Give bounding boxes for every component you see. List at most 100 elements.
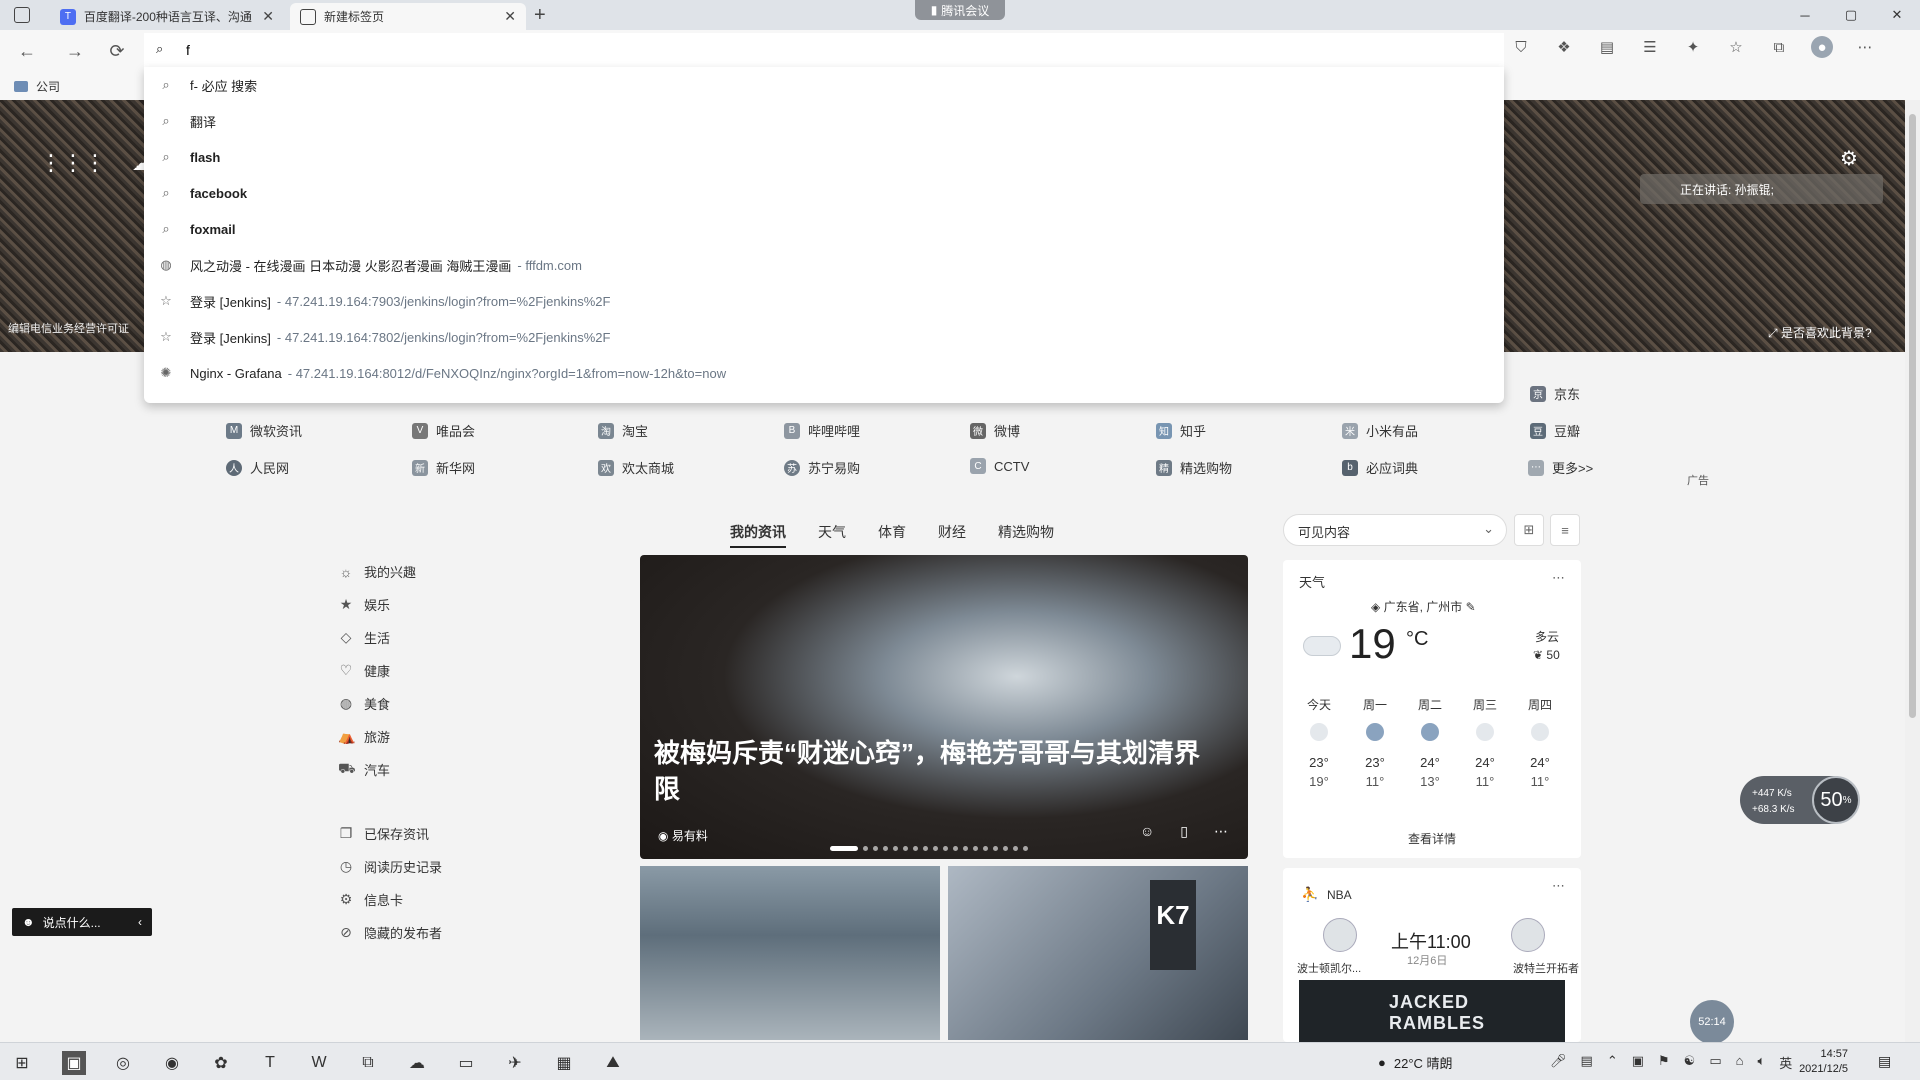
close-window-icon[interactable]: ✕ (1874, 0, 1920, 30)
suggestion-item[interactable]: ⌕ facebook (144, 175, 1504, 211)
sidebar-item-travel[interactable]: ⛺ 旅游 (338, 727, 390, 746)
quick-link-msn[interactable]: M 微软资讯 (226, 421, 302, 440)
forward-icon[interactable]: → (62, 38, 88, 64)
sidebar-item-interests[interactable]: ☼ 我的兴趣 (338, 562, 416, 581)
volume-icon[interactable]: 🔈︎ (1757, 1053, 1765, 1072)
quick-link-more[interactable]: ⋯ 更多>> (1528, 458, 1593, 477)
app-icon[interactable]: ✿ (209, 1051, 233, 1075)
quick-link-bilibili[interactable]: B 哔哩哔哩 (784, 421, 860, 440)
save-bookmark-icon[interactable]: ▯ (1180, 823, 1188, 840)
windows-start-icon[interactable]: ⊞ (10, 1051, 34, 1075)
profile-avatar[interactable]: ● (1811, 36, 1833, 58)
news-headline[interactable]: 被梅妈斥责“财迷心窍”，梅艳芳哥哥与其划清界限 (654, 735, 1214, 807)
carousel-dot[interactable] (933, 846, 938, 851)
carousel-dot[interactable] (873, 846, 878, 851)
carousel-dot[interactable] (923, 846, 928, 851)
quick-link-suning[interactable]: 苏苏宁易购 (784, 458, 860, 477)
sidebar-item-entertainment[interactable]: ★ 娱乐 (338, 595, 390, 614)
visible-content-dropdown[interactable]: 可见内容 ⌄ (1283, 514, 1507, 546)
suggestion-item[interactable]: ⌕ 翻译 (144, 103, 1504, 139)
weather-tray[interactable]: ● 22°C 晴朗 (1378, 1053, 1453, 1072)
word-icon[interactable]: W (307, 1051, 331, 1075)
collections-icon[interactable]: ⧉ (1768, 36, 1790, 58)
suggestion-item[interactable]: ✺ Nginx - Grafana - 47.241.19.164:8012/d/F… (144, 355, 1504, 391)
news-thumbnail-beach[interactable] (640, 866, 940, 1040)
timer-bubble[interactable]: 52:14 (1690, 1000, 1734, 1044)
carousel-dot[interactable] (1003, 846, 1008, 851)
more-menu-icon[interactable]: ⋯ (1854, 36, 1876, 58)
shield-icon[interactable]: ⛉ (1510, 36, 1532, 58)
carousel-dot[interactable] (943, 846, 948, 851)
page-scrollbar[interactable] (1905, 100, 1920, 1042)
app-icon[interactable]: ▦ (552, 1051, 576, 1075)
app-icon[interactable]: ☁ (405, 1051, 429, 1075)
featured-news-card[interactable]: 被梅妈斥责“财迷心窍”，梅艳芳哥哥与其划清界限 ◉ 易有料 ☺ ▯ ⋯ (640, 555, 1248, 859)
favorite-folder-company[interactable]: 公司 (14, 80, 60, 94)
chevron-up-icon[interactable]: ⌃ (1607, 1053, 1618, 1072)
edit-pencil-icon[interactable]: ✎ (1462, 600, 1476, 614)
sidebar-toggle-icon[interactable] (14, 7, 30, 23)
quick-link-jd[interactable]: 京京东 (1530, 384, 1580, 403)
sidebar-item-auto[interactable]: ⛟ 汽车 (338, 760, 390, 779)
extension-icon[interactable]: ☰ (1639, 36, 1661, 58)
quick-link-zhihu[interactable]: 知知乎 (1156, 421, 1206, 440)
meeting-indicator[interactable]: ▮ 腾讯会议 (915, 0, 1005, 20)
carousel-dot[interactable] (963, 846, 968, 851)
refresh-icon[interactable]: ⟳ (104, 38, 130, 64)
tab-weather[interactable]: 天气 (818, 522, 846, 542)
tab-shopping[interactable]: 精选购物 (998, 522, 1054, 542)
address-input[interactable] (186, 39, 786, 61)
suggestion-item[interactable]: ⌕ foxmail (144, 211, 1504, 247)
sidebar-item-hidden[interactable]: ⊘ 隐藏的发布者 (338, 923, 442, 942)
forecast-day[interactable]: 周一 23° 11° (1355, 696, 1395, 789)
forecast-day[interactable]: 周四 24° 11° (1520, 696, 1560, 789)
app-icon[interactable]: ▣ (62, 1051, 86, 1075)
suggestion-item[interactable]: ◍ 风之动漫 - 在线漫画 日本动漫 火影忍者漫画 海贼王漫画 - fffdm.co… (144, 247, 1504, 283)
minimize-icon[interactable]: ─ (1782, 0, 1828, 30)
carousel-dot[interactable] (883, 846, 888, 851)
forecast-day[interactable]: 周三 24° 11° (1465, 696, 1505, 789)
battery-icon[interactable]: ▭ (1709, 1053, 1721, 1072)
tab-new-tab[interactable]: 新建标签页 ✕ (290, 3, 526, 30)
tray-clock[interactable]: 14:57 2021/12/5 (1784, 1047, 1848, 1077)
temperature-unit[interactable]: °C (1406, 628, 1428, 651)
weather-location[interactable]: ◈ 广东省, 广州市 ✎ (1371, 598, 1476, 615)
carousel-dot[interactable] (903, 846, 908, 851)
new-tab-button[interactable]: + (534, 4, 546, 27)
apps-grid-icon[interactable]: ⋮⋮⋮ (40, 150, 106, 176)
tab-baidu-translate[interactable]: T 百度翻译-200种语言互译、沟通 ✕ (50, 3, 284, 30)
extension-icon[interactable]: ❖ (1553, 36, 1575, 58)
puzzle-icon[interactable]: ✦ (1682, 36, 1704, 58)
quick-link-xiaomi[interactable]: 米小米有品 (1342, 421, 1418, 440)
like-background-link[interactable]: ⤢ 是否喜欢此背景? (1768, 324, 1872, 341)
typora-icon[interactable]: T (258, 1051, 282, 1075)
quick-link-xinhua[interactable]: 新新华网 (412, 458, 475, 477)
folder-icon[interactable]: ▭ (454, 1051, 478, 1075)
nba-card[interactable]: ⛹ NBA ⋯ 上午11:00 12月6日 波士顿凯尔... 波特兰开拓者 JA… (1283, 868, 1581, 1042)
settings-gear-icon[interactable]: ⚙ (1840, 146, 1858, 171)
carousel-dot[interactable] (913, 846, 918, 851)
suggestion-item[interactable]: ⌕ f - 必应 搜索 (144, 67, 1504, 103)
sidebar-item-health[interactable]: ♡ 健康 (338, 661, 390, 680)
quick-link-weibo[interactable]: 微微博 (970, 421, 1020, 440)
carousel-dot[interactable] (1013, 846, 1018, 851)
tray-app-icon[interactable]: ☯ (1684, 1053, 1696, 1072)
close-icon[interactable]: ✕ (262, 8, 274, 25)
carousel-dot[interactable] (830, 846, 858, 851)
tab-my-feed[interactable]: 我的资讯 (730, 522, 786, 548)
carousel-dot[interactable] (863, 846, 868, 851)
quick-link-douban[interactable]: 豆豆瓣 (1530, 421, 1580, 440)
carousel-dot[interactable] (1023, 846, 1028, 851)
close-icon[interactable]: ✕ (504, 8, 516, 25)
network-speed-widget[interactable]: +447 K/s +68.3 K/s 50% (1740, 776, 1860, 824)
tray-app-icon[interactable]: ▣ (1632, 1053, 1644, 1072)
quick-link-shopping[interactable]: 精精选购物 (1156, 458, 1232, 477)
podcast-banner[interactable]: JACKED RAMBLES (1299, 980, 1565, 1042)
app-icon[interactable]: ✈ (503, 1051, 527, 1075)
quick-link-taobao[interactable]: 淘淘宝 (598, 421, 648, 440)
scrollbar-thumb[interactable] (1909, 114, 1916, 718)
carousel-dot[interactable] (973, 846, 978, 851)
photos-icon[interactable]: ⛰ (601, 1051, 625, 1075)
tray-app-icon[interactable]: ▤ (1581, 1053, 1593, 1072)
maximize-icon[interactable]: ▢ (1828, 0, 1874, 30)
